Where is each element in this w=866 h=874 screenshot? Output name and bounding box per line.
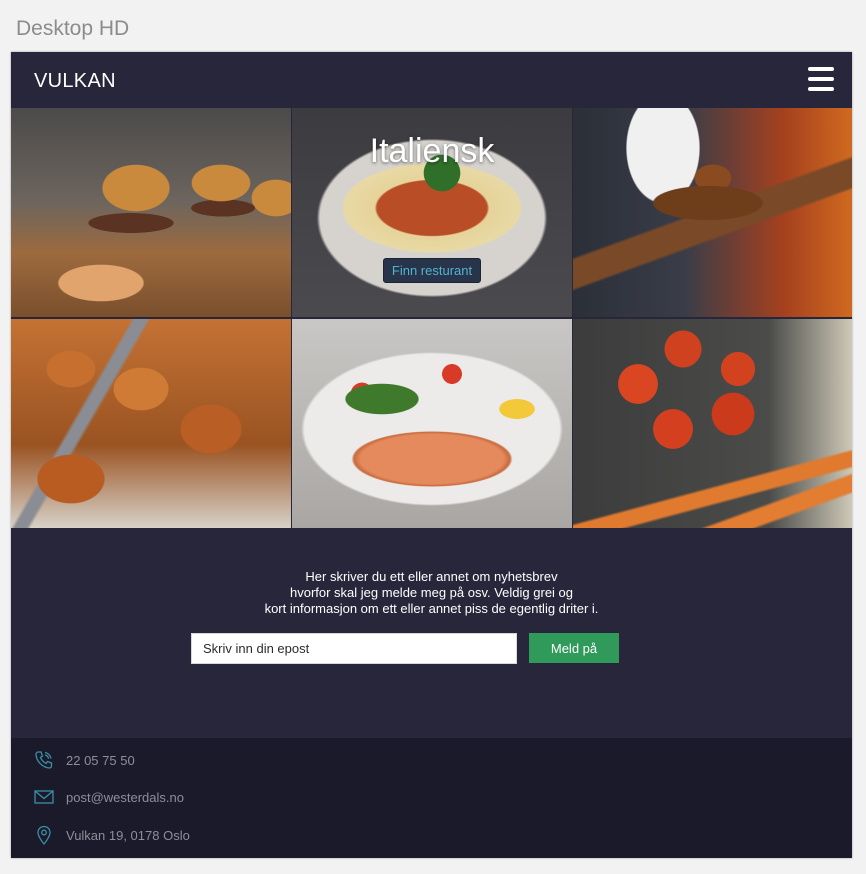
tile-salmon-image[interactable] (292, 319, 572, 528)
email-input[interactable] (191, 633, 517, 664)
tile-burgers-image[interactable] (11, 108, 291, 317)
hamburger-bar (808, 87, 834, 91)
tile-title: Italiensk (369, 132, 495, 170)
signup-button[interactable]: Meld på (529, 633, 619, 663)
newsletter-section: Her skriver du ett eller annet om nyhets… (11, 528, 852, 738)
contact-address[interactable]: Vulkan 19, 0178 Oslo (33, 825, 190, 845)
contact-address-text: Vulkan 19, 0178 Oslo (66, 827, 190, 843)
contact-email-text: post@westerdals.no (66, 789, 184, 805)
hamburger-menu-icon[interactable] (808, 67, 834, 91)
newsletter-line: hvorfor skal jeg melde meg på osv. Veldi… (289, 585, 574, 600)
mail-icon (33, 787, 55, 807)
artboard-label: Desktop HD (16, 17, 130, 40)
hamburger-bar (808, 67, 834, 71)
tile-steak-image[interactable] (573, 108, 852, 317)
newsletter-line: Her skriver du ett eller annet om nyhets… (305, 569, 558, 584)
food-image-grid: Italiensk Finn resturant (11, 108, 852, 528)
location-pin-icon (33, 825, 55, 845)
brand-logo[interactable]: VULKAN (34, 70, 116, 93)
newsletter-text: Her skriver du ett eller annet om nyhets… (11, 569, 852, 617)
page-frame: VULKAN Italiensk Finn resturant Her skri… (11, 52, 852, 858)
tile-fried-chicken-image[interactable] (11, 319, 291, 528)
contact-phone[interactable]: 22 05 75 50 (33, 750, 135, 770)
contact-email[interactable]: post@westerdals.no (33, 787, 184, 807)
top-navbar: VULKAN (11, 52, 852, 108)
newsletter-line: kort informasjon om ett eller annet piss… (264, 601, 599, 616)
footer-contact: 22 05 75 50 post@westerdals.no Vulkan 19… (11, 738, 852, 858)
tile-italian-image[interactable]: Italiensk Finn resturant (292, 108, 572, 317)
tile-vegetables-image[interactable] (573, 319, 852, 528)
contact-phone-text: 22 05 75 50 (66, 752, 135, 768)
phone-icon (33, 750, 55, 770)
find-restaurant-button[interactable]: Finn resturant (383, 258, 481, 283)
hamburger-bar (808, 77, 834, 81)
